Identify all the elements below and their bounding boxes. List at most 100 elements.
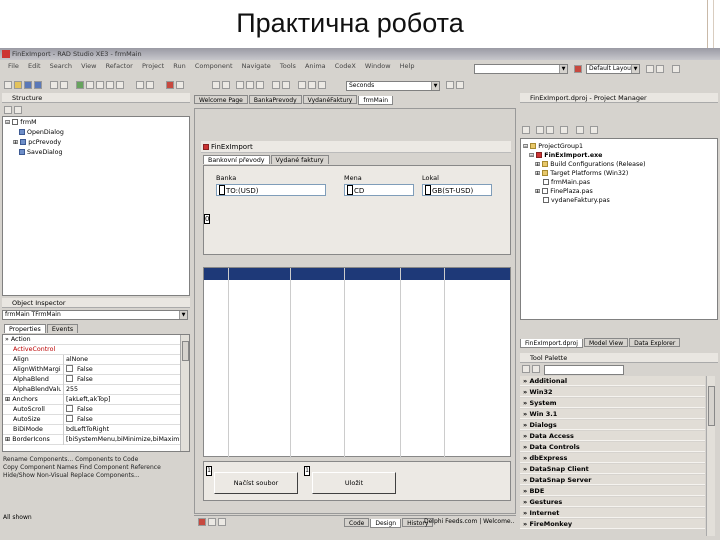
toggle-form-icon[interactable] bbox=[136, 81, 144, 89]
palette-category[interactable]: » Additional bbox=[520, 376, 705, 386]
record-icon[interactable] bbox=[198, 518, 206, 526]
new-icon[interactable] bbox=[4, 81, 12, 89]
mena-field[interactable]: CD bbox=[344, 184, 414, 196]
checkbox-icon[interactable] bbox=[66, 365, 73, 372]
tab-vydanefaktury[interactable]: VydanéFaktury bbox=[302, 95, 358, 104]
align-right-icon[interactable] bbox=[222, 81, 230, 89]
align-left-icon[interactable] bbox=[212, 81, 220, 89]
property-row[interactable]: AlignWithMarginsFalse bbox=[3, 365, 189, 375]
checkbox-icon[interactable] bbox=[66, 415, 73, 422]
menu-edit[interactable]: Edit bbox=[28, 62, 41, 70]
remove-file-icon[interactable] bbox=[546, 126, 554, 134]
chevron-down-icon[interactable]: ▼ bbox=[631, 65, 639, 73]
tree-node-exe[interactable]: ⊟ FinExImport.exe bbox=[529, 152, 602, 159]
checkbox-icon[interactable] bbox=[66, 375, 73, 382]
play-icon[interactable] bbox=[218, 518, 226, 526]
palette-category[interactable]: » Internet bbox=[520, 508, 705, 518]
remove-icon[interactable] bbox=[60, 81, 68, 89]
property-row[interactable]: » Action bbox=[3, 335, 189, 345]
tree-node-savedialog[interactable]: SaveDialog bbox=[19, 149, 63, 156]
menu-refactor[interactable]: Refactor bbox=[106, 62, 133, 70]
property-row[interactable]: Align alNone bbox=[3, 355, 189, 365]
layout-extra-icon[interactable] bbox=[672, 65, 680, 73]
tab-properties[interactable]: Properties bbox=[4, 324, 46, 333]
scale-icon[interactable] bbox=[318, 81, 326, 89]
menu-view[interactable]: View bbox=[81, 62, 96, 70]
platform-combo[interactable]: ▼ bbox=[474, 64, 568, 74]
send-back-icon[interactable] bbox=[298, 81, 306, 89]
property-row[interactable]: ⊞ Anchors [akLeft,akTop] bbox=[3, 395, 189, 405]
tab-welcome-page[interactable]: Welcome Page bbox=[194, 95, 248, 104]
menu-window[interactable]: Window bbox=[365, 62, 391, 70]
editor-feed-link[interactable]: Delphi Feeds.com | Welcome... bbox=[424, 518, 514, 525]
tab-project-dproj[interactable]: FinExImport.dproj bbox=[520, 339, 583, 348]
palette-search-icon[interactable] bbox=[532, 365, 540, 373]
menu-navigate[interactable]: Navigate bbox=[242, 62, 271, 70]
tab-code[interactable]: Code bbox=[344, 518, 370, 527]
menu-run[interactable]: Run bbox=[173, 62, 185, 70]
palette-category[interactable]: » DataSnap Server bbox=[520, 475, 705, 485]
view-unit-icon[interactable] bbox=[146, 81, 154, 89]
menu-anima[interactable]: Anima bbox=[305, 62, 326, 70]
tree-node-target-platforms[interactable]: ⊞ Target Platforms (Win32) bbox=[535, 170, 628, 177]
property-row[interactable]: AlphaBlendValue 255 bbox=[3, 385, 189, 395]
open-icon[interactable] bbox=[14, 81, 22, 89]
tree-node-fineplaza[interactable]: ⊞ FinePlaza.pas bbox=[535, 188, 593, 195]
property-row[interactable]: BiDiMode bdLeftToRight bbox=[3, 425, 189, 435]
property-row[interactable]: AlphaBlend False bbox=[3, 375, 189, 385]
align-top-icon[interactable] bbox=[236, 81, 244, 89]
menu-codex[interactable]: CodeX bbox=[335, 62, 356, 70]
inspector-action-rename[interactable]: Rename Components... Components to Code bbox=[3, 456, 161, 464]
toolbar-chevron-icon[interactable] bbox=[176, 81, 184, 89]
palette-category[interactable]: » FireMonkey bbox=[520, 519, 705, 529]
tab-vydane-faktury[interactable]: Vydané faktury bbox=[270, 155, 329, 164]
trace-into-icon[interactable] bbox=[116, 81, 124, 89]
menu-help[interactable]: Help bbox=[400, 62, 415, 70]
tree-node-root[interactable]: ⊟ frmM bbox=[5, 119, 37, 126]
tree-node-vydanefaktury[interactable]: vydaneFaktury.pas bbox=[543, 197, 610, 204]
save-icon[interactable] bbox=[24, 81, 32, 89]
banka-field[interactable]: TO:(USD) bbox=[216, 184, 326, 196]
palette-category[interactable]: » Dialogs bbox=[520, 420, 705, 430]
step-over-icon[interactable] bbox=[106, 81, 114, 89]
ulozit-button[interactable]: Uložit bbox=[312, 472, 396, 494]
tree-node-pcprevody[interactable]: ⊞ pcPrevody bbox=[13, 139, 61, 146]
palette-category[interactable]: » dbExpress bbox=[520, 453, 705, 463]
palette-categories-icon[interactable] bbox=[522, 365, 530, 373]
pause-icon[interactable] bbox=[96, 81, 104, 89]
align-center-icon[interactable] bbox=[256, 81, 264, 89]
object-selector[interactable]: frmMain TFrmMain ▼ bbox=[2, 310, 188, 320]
palette-category[interactable]: » Data Controls bbox=[520, 442, 705, 452]
tree-node-build-config[interactable]: ⊞ Build Configurations (Release) bbox=[535, 161, 646, 168]
tab-data-explorer[interactable]: Data Explorer bbox=[629, 338, 681, 347]
run-icon[interactable] bbox=[76, 81, 84, 89]
tree-node-projectgroup[interactable]: ⊟ ProjectGroup1 bbox=[523, 143, 583, 150]
property-row[interactable]: AutoScroll False bbox=[3, 405, 189, 415]
lokal-field[interactable]: GB(ST-USD) bbox=[422, 184, 492, 196]
search-combo[interactable]: Seconds ▼ bbox=[346, 81, 440, 91]
chevron-down-icon[interactable]: ▼ bbox=[179, 311, 187, 319]
palette-category[interactable]: » Gestures bbox=[520, 497, 705, 507]
chevron-down-icon[interactable]: ▼ bbox=[559, 65, 567, 73]
save-all-icon[interactable] bbox=[34, 81, 42, 89]
checkbox-icon[interactable] bbox=[66, 405, 73, 412]
inspector-action-copy[interactable]: Copy Component Names Find Component Refe… bbox=[3, 464, 161, 472]
find-icon[interactable] bbox=[446, 81, 454, 89]
tab-bankovni-prevody[interactable]: Bankovní převody bbox=[203, 155, 270, 164]
palette-filter[interactable] bbox=[544, 365, 624, 375]
menu-component[interactable]: Component bbox=[195, 62, 233, 70]
tree-node-opendialog[interactable]: OpenDialog bbox=[19, 129, 64, 136]
stop-icon[interactable] bbox=[208, 518, 216, 526]
tab-frmmain[interactable]: frmMain bbox=[358, 96, 394, 105]
desktop-icon[interactable] bbox=[574, 65, 582, 73]
property-row[interactable]: ⊞ BorderIcons [biSystemMenu,biMinimize,bi… bbox=[3, 435, 189, 445]
run-dropdown-icon[interactable] bbox=[86, 81, 94, 89]
palette-category[interactable]: » Data Access bbox=[520, 431, 705, 441]
tab-design[interactable]: Design bbox=[370, 519, 402, 528]
menu-search[interactable]: Search bbox=[50, 62, 72, 70]
add-file-icon[interactable] bbox=[536, 126, 544, 134]
bring-front-icon[interactable] bbox=[282, 81, 290, 89]
nacist-soubor-button[interactable]: Načíst soubor bbox=[214, 472, 298, 494]
chevron-down-icon[interactable]: ▼ bbox=[431, 82, 439, 90]
menu-project[interactable]: Project bbox=[142, 62, 164, 70]
